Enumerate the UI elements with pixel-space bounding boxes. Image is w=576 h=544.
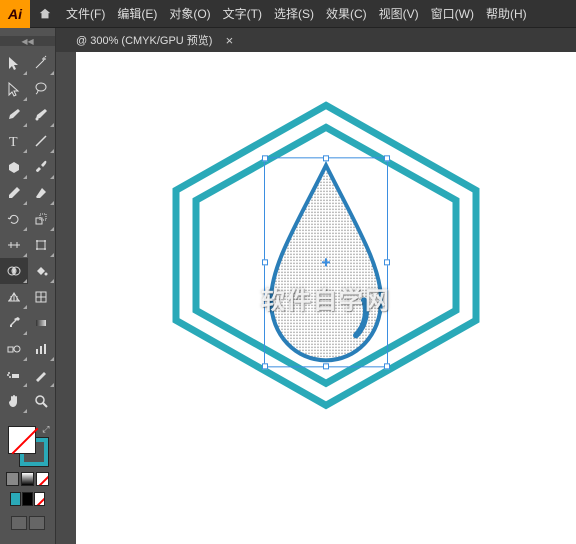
color-mode-solid[interactable] — [6, 472, 19, 486]
menu-text[interactable]: 文字(T) — [217, 5, 268, 22]
close-icon[interactable]: × — [222, 33, 236, 48]
resize-handle[interactable] — [262, 155, 268, 161]
document-tab-label: @ 300% (CMYK/GPU 预览) — [76, 32, 212, 48]
document-tabs: @ 300% (CMYK/GPU 预览) × — [0, 28, 576, 52]
screen-mode-normal[interactable] — [11, 516, 27, 530]
resize-handle[interactable] — [384, 155, 390, 161]
app-logo: Ai — [0, 0, 30, 28]
fill-stroke-control[interactable]: ⤢ — [8, 426, 48, 466]
pen-tool[interactable] — [0, 102, 28, 128]
slice-tool[interactable] — [28, 362, 56, 388]
selection-center-icon — [322, 258, 330, 266]
toolbox: ◀◀ T — [0, 28, 56, 544]
magic-wand-tool[interactable] — [28, 50, 56, 76]
svg-text:T: T — [9, 135, 18, 149]
fill-color[interactable] — [8, 426, 36, 454]
document-tab[interactable]: @ 300% (CMYK/GPU 预览) × — [76, 32, 236, 48]
resize-handle[interactable] — [262, 363, 268, 369]
menu-edit[interactable]: 编辑(E) — [111, 5, 163, 22]
menu-window[interactable]: 窗口(W) — [425, 5, 480, 22]
selection-tool[interactable] — [0, 50, 28, 76]
live-paint-tool[interactable] — [28, 258, 56, 284]
type-tool[interactable]: T — [0, 128, 28, 154]
screen-mode-full[interactable] — [29, 516, 45, 530]
canvas[interactable]: 软件自学网 — [76, 52, 576, 544]
eyedropper-tool[interactable] — [0, 310, 28, 336]
column-graph-tool[interactable] — [28, 336, 56, 362]
color-mode-none[interactable] — [36, 472, 49, 486]
shaper-tool[interactable] — [0, 180, 28, 206]
curvature-tool[interactable] — [28, 102, 56, 128]
hand-tool[interactable] — [0, 388, 28, 414]
eraser-tool[interactable] — [28, 180, 56, 206]
swatch[interactable] — [10, 492, 21, 506]
resize-handle[interactable] — [384, 363, 390, 369]
home-icon[interactable] — [30, 7, 60, 21]
panel-collapse-icon[interactable]: ◀◀ — [0, 36, 55, 46]
swap-fill-stroke-icon[interactable]: ⤢ — [42, 424, 49, 435]
symbol-sprayer-tool[interactable] — [0, 362, 28, 388]
paintbrush-tool[interactable] — [28, 154, 56, 180]
artwork — [146, 85, 506, 428]
swatch-none[interactable] — [34, 492, 45, 506]
line-tool[interactable] — [28, 128, 56, 154]
mesh-tool[interactable] — [28, 284, 56, 310]
zoom-tool[interactable] — [28, 388, 56, 414]
scale-tool[interactable] — [28, 206, 56, 232]
shape-builder-tool[interactable] — [0, 258, 28, 284]
menu-object[interactable]: 对象(O) — [163, 5, 216, 22]
swatch[interactable] — [22, 492, 33, 506]
menu-bar: Ai 文件(F) 编辑(E) 对象(O) 文字(T) 选择(S) 效果(C) 视… — [0, 0, 576, 28]
resize-handle[interactable] — [323, 363, 329, 369]
menu-help[interactable]: 帮助(H) — [480, 5, 533, 22]
menu-effect[interactable]: 效果(C) — [320, 5, 373, 22]
perspective-grid-tool[interactable] — [0, 284, 28, 310]
direct-selection-tool[interactable] — [0, 76, 28, 102]
menu-file[interactable]: 文件(F) — [60, 5, 111, 22]
resize-handle[interactable] — [384, 259, 390, 265]
resize-handle[interactable] — [323, 155, 329, 161]
color-controls: ⤢ — [0, 422, 55, 534]
color-mode-gradient[interactable] — [21, 472, 34, 486]
lasso-tool[interactable] — [28, 76, 56, 102]
menu-view[interactable]: 视图(V) — [373, 5, 425, 22]
resize-handle[interactable] — [262, 259, 268, 265]
menu-select[interactable]: 选择(S) — [268, 5, 320, 22]
polygon-tool[interactable] — [0, 154, 28, 180]
rotate-tool[interactable] — [0, 206, 28, 232]
blend-tool[interactable] — [0, 336, 28, 362]
free-transform-tool[interactable] — [28, 232, 56, 258]
selection-bounding-box[interactable] — [264, 157, 388, 367]
width-tool[interactable] — [0, 232, 28, 258]
gradient-tool[interactable] — [28, 310, 56, 336]
swatch-row — [6, 492, 49, 506]
